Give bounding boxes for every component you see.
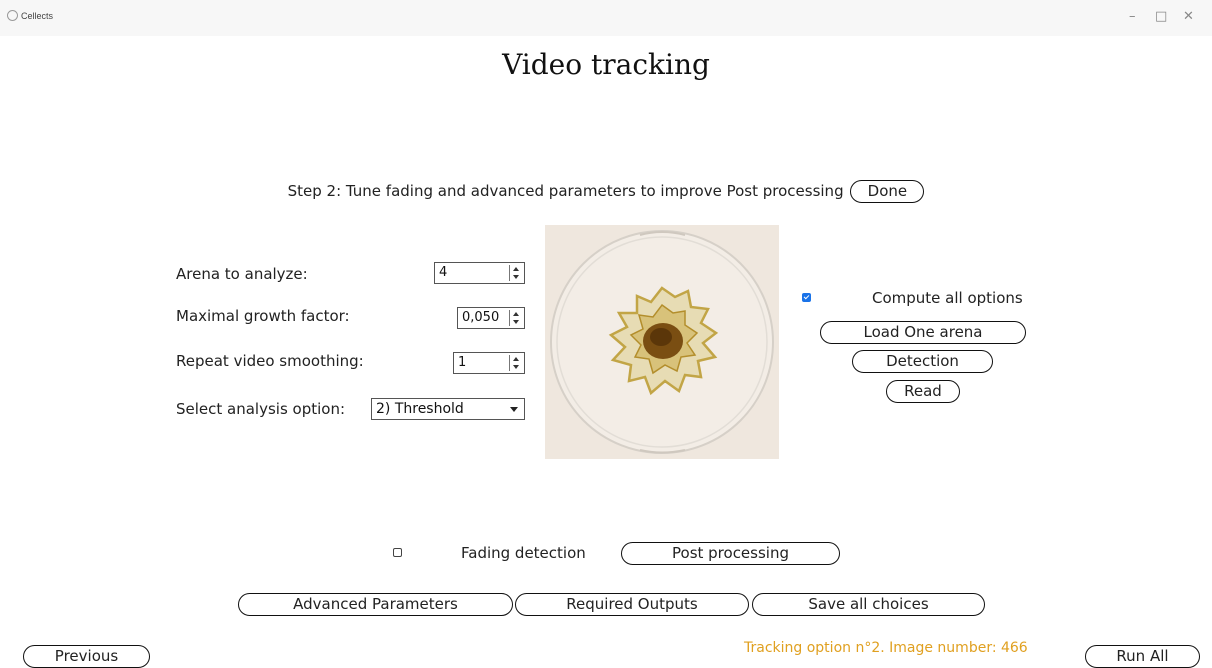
- spin-arrows-icon[interactable]: [509, 265, 522, 281]
- close-icon[interactable]: ✕: [1183, 8, 1194, 26]
- analysis-label: Select analysis option:: [176, 400, 346, 418]
- growth-spinbox[interactable]: 0,050: [457, 307, 525, 329]
- app-title: Cellects: [21, 11, 54, 21]
- maximize-icon[interactable]: □: [1155, 8, 1167, 26]
- smoothing-value: 1: [458, 355, 467, 370]
- title-bar: Cellects – □ ✕: [0, 0, 1212, 36]
- arena-label: Arena to analyze:: [176, 265, 308, 283]
- read-button[interactable]: Read: [886, 380, 960, 403]
- arena-preview-image: [545, 225, 779, 459]
- minimize-icon[interactable]: –: [1129, 8, 1136, 26]
- growth-label: Maximal growth factor:: [176, 307, 350, 325]
- previous-button[interactable]: Previous: [23, 645, 150, 668]
- smoothing-spinbox[interactable]: 1: [453, 352, 525, 374]
- page-title: Video tracking: [502, 48, 710, 81]
- arena-value: 4: [439, 265, 448, 280]
- step-instructions: Step 2: Tune fading and advanced paramet…: [287, 182, 844, 200]
- step-row: Step 2: Tune fading and advanced paramet…: [0, 180, 1212, 203]
- done-button[interactable]: Done: [850, 180, 925, 203]
- required-outputs-button[interactable]: Required Outputs: [515, 593, 749, 616]
- growth-value: 0,050: [462, 310, 500, 325]
- spin-arrows-icon[interactable]: [509, 355, 522, 371]
- analysis-value: 2) Threshold: [376, 401, 464, 417]
- spin-arrows-icon[interactable]: [509, 310, 522, 326]
- smoothing-label: Repeat video smoothing:: [176, 352, 364, 370]
- cellects-app-icon: [7, 10, 18, 21]
- arena-spinbox[interactable]: 4: [434, 262, 525, 284]
- tracking-status-text: Tracking option n°2. Image number: 466: [744, 640, 1028, 656]
- compute-all-checkbox[interactable]: [802, 293, 811, 302]
- compute-all-label: Compute all options: [872, 289, 1023, 307]
- fading-checkbox[interactable]: [393, 548, 402, 557]
- save-all-choices-button[interactable]: Save all choices: [752, 593, 985, 616]
- analysis-select[interactable]: 2) Threshold: [371, 398, 525, 420]
- dropdown-caret-icon: [510, 407, 518, 412]
- fading-label: Fading detection: [461, 544, 586, 562]
- post-processing-button[interactable]: Post processing: [621, 542, 840, 565]
- run-all-button[interactable]: Run All: [1085, 645, 1200, 668]
- detection-button[interactable]: Detection: [852, 350, 993, 373]
- advanced-parameters-button[interactable]: Advanced Parameters: [238, 593, 513, 616]
- load-one-arena-button[interactable]: Load One arena: [820, 321, 1026, 344]
